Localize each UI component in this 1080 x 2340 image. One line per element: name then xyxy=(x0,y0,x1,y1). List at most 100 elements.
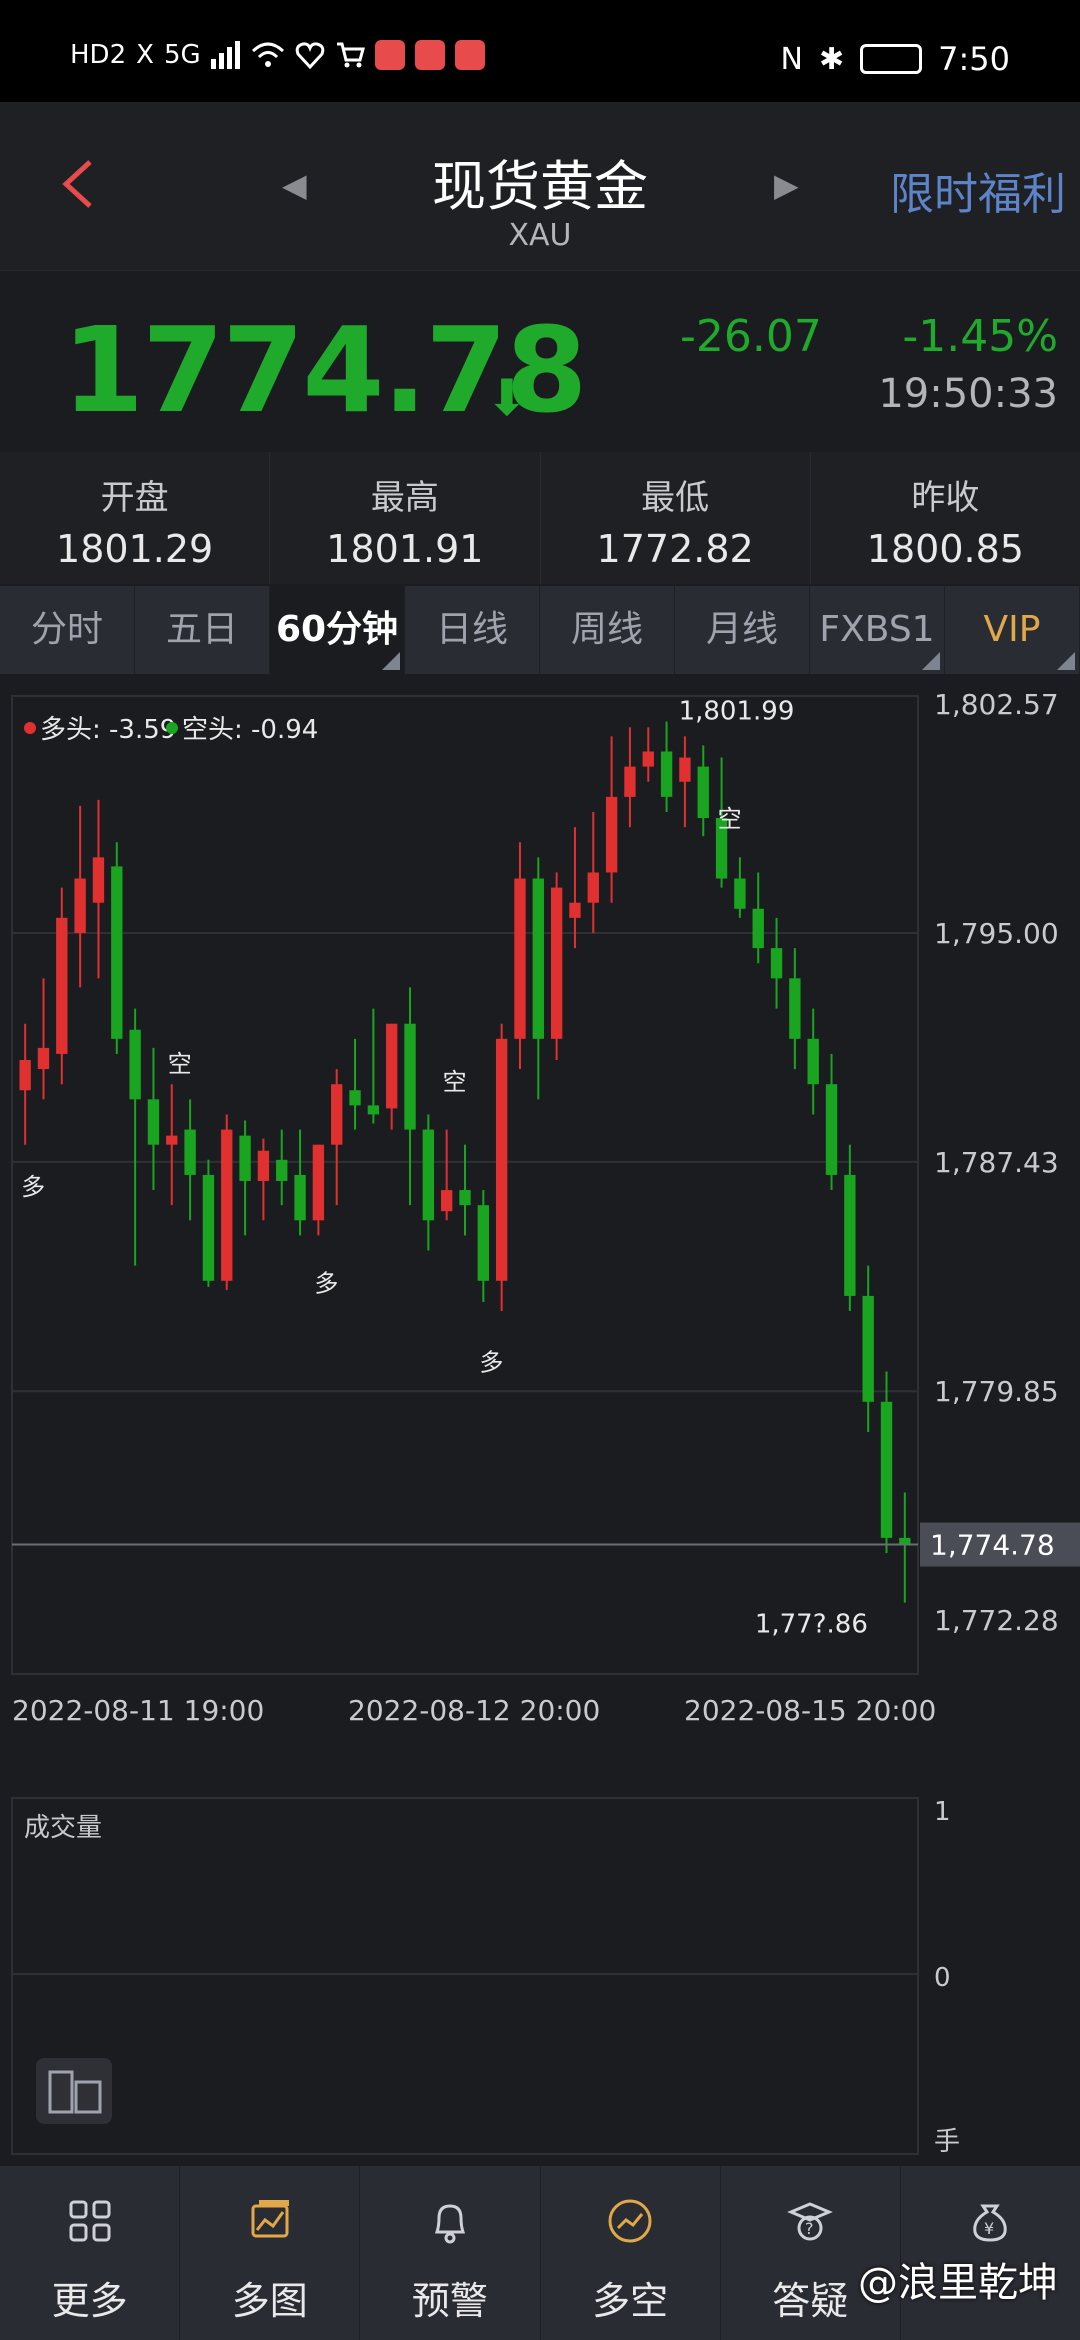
y-tick-label: 1,795.00 xyxy=(934,917,1059,950)
candle-body xyxy=(331,1084,343,1145)
signal-label: 多 xyxy=(479,1348,503,1376)
down-arrow-icon: ⬇ xyxy=(486,369,528,427)
candle-body xyxy=(752,908,764,949)
y-tick-label: 1,802.57 xyxy=(934,688,1059,721)
candle-body xyxy=(532,878,544,1039)
chart-legend: 多头: -3.59 空头: -0.94 xyxy=(24,715,318,745)
tab-monthly[interactable]: 月线 xyxy=(675,586,810,674)
x-tick-label: 2022-08-15 20:00 xyxy=(684,1694,936,1727)
symbol-code: XAU xyxy=(508,218,572,253)
candle-body xyxy=(221,1129,233,1281)
app-notification-icon xyxy=(414,40,445,70)
candle-body xyxy=(550,887,563,1039)
stat-label: 最高 xyxy=(370,478,439,518)
nav-label: 更多 xyxy=(51,2279,128,2323)
candle-body xyxy=(422,1129,435,1221)
tab-label: VIP xyxy=(983,609,1041,650)
signal-bars-icon xyxy=(210,41,240,69)
candle-body xyxy=(239,1135,251,1181)
nfc-icon: N xyxy=(780,41,803,77)
candle-body xyxy=(147,1099,160,1145)
volume-panel: 成交量 1 0 手 xyxy=(11,1797,960,2157)
tab-daily[interactable]: 日线 xyxy=(405,586,540,674)
nav-alert[interactable]: 预警 xyxy=(360,2166,541,2340)
trend-icon xyxy=(608,2199,652,2243)
wifi-icon xyxy=(251,42,284,67)
battery-icon xyxy=(860,44,923,74)
candle-body xyxy=(37,1047,50,1070)
y-tick-label: 1,787.43 xyxy=(934,1146,1059,1179)
nav-multi-chart[interactable]: 多图 xyxy=(180,2166,361,2340)
svg-text:¥: ¥ xyxy=(984,2219,994,2238)
candle-body xyxy=(862,1295,874,1402)
volume-tick: 0 xyxy=(934,1963,951,1993)
stat-label: 最低 xyxy=(641,478,710,518)
tab-vip[interactable]: VIP xyxy=(945,586,1080,674)
tab-label: 60分钟 xyxy=(275,609,399,650)
tab-indicator[interactable]: FXBS1 xyxy=(810,586,945,674)
tab-label: FXBS1 xyxy=(819,609,935,650)
signal-labels: 多 空多 空多 空 xyxy=(21,805,741,1376)
candle-body xyxy=(349,1090,361,1106)
dropdown-corner-icon xyxy=(922,652,940,670)
legend-short-dot xyxy=(166,722,178,734)
legend-short: 空头: -0.94 xyxy=(182,715,318,745)
candlestick-chart[interactable]: 1,802.57 1,795.00 1,787.43 1,779.85 1,772.28… xyxy=(0,684,1080,1744)
status-time: 7:50 xyxy=(938,40,1010,78)
candle-body xyxy=(770,948,783,979)
candle-body xyxy=(440,1190,453,1212)
candle-body xyxy=(202,1174,215,1281)
stat-high: 最高 1801.91 xyxy=(270,452,541,584)
candle-body xyxy=(734,878,746,909)
nav-label: 预警 xyxy=(411,2279,488,2323)
y-tick-label: 1,779.85 xyxy=(934,1375,1059,1408)
app-notification-icon xyxy=(454,40,485,70)
y-axis-ticks: 1,802.57 1,795.00 1,787.43 1,779.85 1,772.28 xyxy=(934,688,1059,1637)
candle-body xyxy=(587,872,599,903)
tab-weekly[interactable]: 周线 xyxy=(540,586,675,674)
candle-body xyxy=(642,751,654,767)
volume-label: 成交量 xyxy=(24,1813,102,1843)
status-right-icons: N ✱ 7:50 xyxy=(781,40,1010,78)
candle-body xyxy=(459,1190,471,1206)
candle-body xyxy=(111,866,123,1039)
quote-time: 19:50:33 xyxy=(878,371,1058,417)
candle-body xyxy=(367,1105,380,1115)
nav-more[interactable]: 更多 xyxy=(0,2166,181,2340)
candle-body xyxy=(404,1023,416,1130)
nav-long-short[interactable]: 多空 xyxy=(541,2166,721,2340)
stat-value: 1772.82 xyxy=(596,527,754,571)
candle-body xyxy=(660,751,673,797)
candle-body xyxy=(844,1174,856,1296)
candle-body xyxy=(569,902,581,918)
candle-body xyxy=(166,1135,178,1145)
stat-value: 1801.29 xyxy=(56,527,214,571)
candle-body xyxy=(19,1059,31,1091)
candle-body xyxy=(276,1159,288,1181)
tab-60min[interactable]: 60分钟 xyxy=(270,586,405,674)
tab-five-day[interactable]: 五日 xyxy=(135,586,270,674)
candle-body xyxy=(495,1038,508,1281)
price-change: -26.07 xyxy=(680,311,822,362)
no-signal-icon: X xyxy=(136,40,154,70)
nav-label: 多空 xyxy=(592,2279,669,2323)
tab-intraday[interactable]: 分时 xyxy=(0,586,135,674)
candle-body xyxy=(825,1084,838,1175)
x-tick-label: 2022-08-11 19:00 xyxy=(12,1694,264,1727)
status-left-icons: HD2 X 5G xyxy=(70,40,485,70)
stat-low: 最低 1772.82 xyxy=(541,452,811,584)
promo-link[interactable]: 限时福利 xyxy=(890,158,1066,222)
price-change-percent: -1.45% xyxy=(902,311,1058,362)
candle-body xyxy=(386,1023,398,1109)
current-price-label: 1,774.78 xyxy=(930,1529,1055,1562)
candle-body xyxy=(697,766,709,819)
candle-body xyxy=(880,1401,893,1538)
signal-label: 空 xyxy=(718,805,742,833)
bluetooth-icon: ✱ xyxy=(819,41,845,77)
dropdown-corner-icon xyxy=(1057,652,1075,670)
next-symbol-icon[interactable]: ▶ xyxy=(774,166,799,204)
signal-label: 空 xyxy=(168,1050,192,1078)
watermark: @浪里乾坤 xyxy=(858,2260,1058,2306)
candle-body xyxy=(56,917,68,1054)
status-bar: HD2 X 5G N ✱ 7:50 xyxy=(0,0,1080,102)
